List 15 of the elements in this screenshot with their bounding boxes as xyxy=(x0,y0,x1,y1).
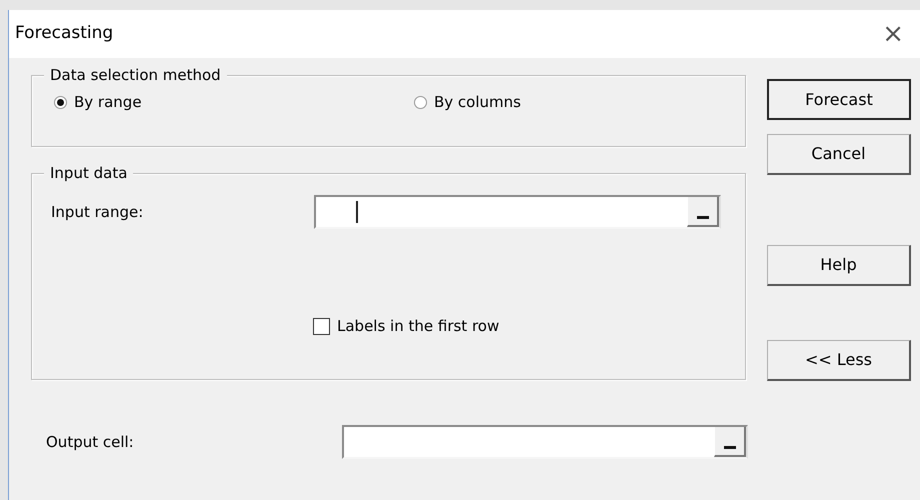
collapse-button[interactable] xyxy=(687,197,719,227)
radio-option[interactable]: By columns xyxy=(414,91,521,114)
dialog-button[interactable]: Forecast xyxy=(767,79,911,120)
window-title: Forecasting xyxy=(15,22,114,46)
input-field[interactable] xyxy=(314,195,721,229)
input-field[interactable] xyxy=(342,425,748,459)
field-label: Output cell: xyxy=(46,432,135,453)
collapse-button[interactable] xyxy=(714,427,746,457)
close-button[interactable]: × xyxy=(878,21,908,47)
labels-checkbox[interactable]: Labels in the first row xyxy=(313,315,500,338)
dialog-button[interactable]: Cancel xyxy=(767,134,911,175)
dialog-button[interactable]: Help xyxy=(767,245,911,286)
field-label: Input range: xyxy=(51,202,144,223)
radio-option[interactable]: By range xyxy=(54,91,414,114)
dialog-button[interactable]: << Less xyxy=(767,340,911,381)
